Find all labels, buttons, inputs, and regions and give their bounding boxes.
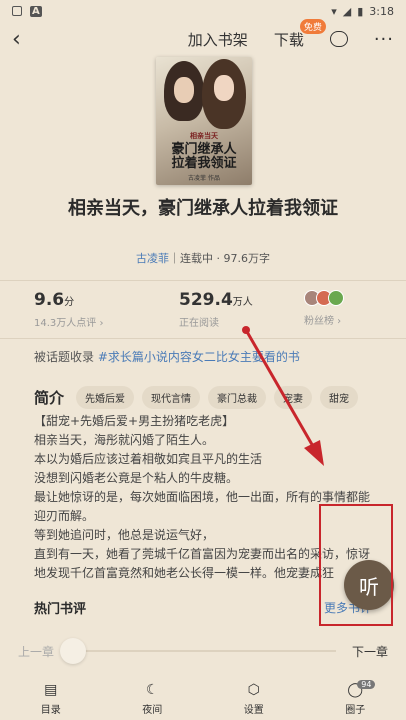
status-time: 3:18: [369, 4, 394, 18]
nav-settings[interactable]: ⬡ 设置: [203, 678, 305, 720]
rating-stat[interactable]: 9.6分 14.3万人点评 ›: [34, 290, 159, 330]
book-cover[interactable]: 相亲当天 豪门继承人 拉着我领证 古凌菲 作品: [156, 57, 252, 185]
rating-value: 9.6: [34, 290, 65, 310]
moon-icon: ☾: [145, 682, 159, 698]
catalog-icon: ▤: [44, 682, 58, 698]
download-button[interactable]: 下载 免费: [273, 18, 326, 50]
wifi-icon: ▾: [331, 4, 337, 18]
book-status: ｜连载中 · 97.6万字: [169, 252, 270, 265]
book-meta: 古凌菲｜连载中 · 97.6万字: [0, 250, 406, 266]
cover-author: 古凌菲 作品: [188, 175, 220, 182]
notification-badge: 94: [357, 680, 376, 689]
back-arrow-icon[interactable]: ‹: [12, 27, 36, 52]
topic-prefix: 被话题收录: [34, 350, 95, 364]
tag-chip[interactable]: 现代言情: [142, 386, 201, 409]
slider-knob[interactable]: [60, 638, 87, 664]
reading-value: 529.4: [179, 290, 233, 310]
add-to-shelf-button[interactable]: 加入书架: [188, 29, 248, 50]
next-chapter-button[interactable]: 下一章: [352, 643, 388, 660]
nav-night-mode[interactable]: ☾ 夜间: [102, 678, 204, 720]
prev-chapter-button[interactable]: 上一章: [18, 643, 54, 660]
bottom-nav: ▤ 目录 ☾ 夜间 ⬡ 设置 ◯ 94 圈子: [0, 678, 406, 720]
tag-chip[interactable]: 先婚后爱: [76, 386, 135, 409]
status-bar: A ▾ ◢ ▮ 3:18: [0, 0, 406, 22]
download-label: 下载: [273, 30, 304, 49]
more-options-icon[interactable]: ···: [374, 29, 394, 50]
nav-catalog[interactable]: ▤ 目录: [0, 678, 102, 720]
chapter-progress-slider[interactable]: [60, 638, 337, 664]
cover-title: 相亲当天 豪门继承人 拉着我领证: [171, 131, 237, 171]
top-app-bar: ‹ 加入书架 下载 免费 ···: [0, 18, 406, 56]
settings-icon: ⬡: [247, 682, 260, 698]
hot-reviews-heading: 热门书评: [34, 602, 87, 617]
comment-icon[interactable]: [329, 31, 348, 47]
free-badge: 免费: [299, 18, 326, 34]
divider: [0, 280, 406, 281]
intro-heading: 简介: [34, 389, 65, 407]
square-icon: [12, 6, 22, 16]
nav-circle[interactable]: ◯ 94 圈子: [305, 678, 406, 720]
book-title: 相亲当天，豪门继承人拉着我领证: [68, 198, 338, 219]
rating-label: 14.3万人点评 ›: [34, 318, 104, 329]
a-icon: A: [30, 5, 42, 17]
highlight-box: [319, 504, 393, 626]
chapter-bar: 上一章 下一章: [0, 636, 406, 666]
author-link[interactable]: 古凌菲: [136, 252, 169, 265]
signal-icon: ◢: [342, 4, 352, 18]
avatar: [328, 290, 344, 306]
divider: [0, 338, 406, 339]
fan-avatars: [304, 290, 374, 308]
annotation-arrow: [242, 326, 324, 466]
battery-icon: ▮: [357, 4, 364, 18]
